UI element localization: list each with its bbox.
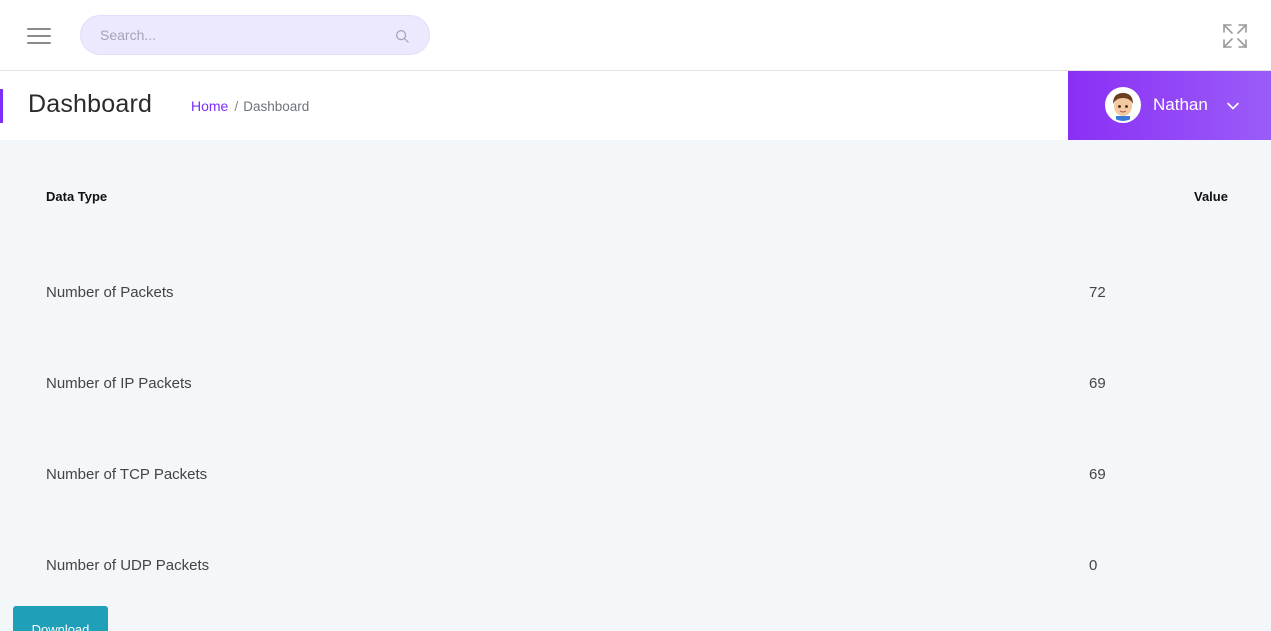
avatar-icon [1107, 89, 1139, 121]
title-accent-bar [0, 89, 3, 123]
breadcrumb-separator: / [234, 98, 239, 114]
row-value: 69 [1089, 375, 1106, 392]
user-name: Nathan [1153, 95, 1208, 114]
row-label: Number of UDP Packets [46, 557, 210, 574]
column-header-value: Value [1194, 189, 1228, 204]
download-button[interactable]: Download [13, 606, 108, 631]
breadcrumb: Home / Dashboard [191, 98, 309, 114]
avatar [1105, 87, 1141, 123]
search-icon[interactable] [395, 29, 410, 44]
topbar [0, 0, 1271, 71]
breadcrumb-home-link[interactable]: Home [191, 98, 228, 114]
row-label: Number of TCP Packets [46, 466, 208, 483]
page-title: Dashboard [28, 90, 153, 118]
chevron-down-icon [1227, 102, 1239, 110]
row-value: 69 [1089, 466, 1106, 483]
breadcrumb-current: Dashboard [243, 99, 310, 114]
row-label: Number of Packets [46, 284, 174, 301]
row-value: 72 [1089, 284, 1106, 301]
fullscreen-icon[interactable] [1221, 22, 1249, 50]
row-value: 0 [1089, 557, 1098, 574]
user-menu-button[interactable]: Nathan [1068, 71, 1271, 140]
row-label: Number of IP Packets [46, 375, 192, 392]
search-input[interactable] [100, 16, 380, 54]
hamburger-menu-icon[interactable] [27, 28, 51, 44]
column-header-data-type: Data Type [46, 189, 108, 204]
search-bar [80, 15, 430, 55]
